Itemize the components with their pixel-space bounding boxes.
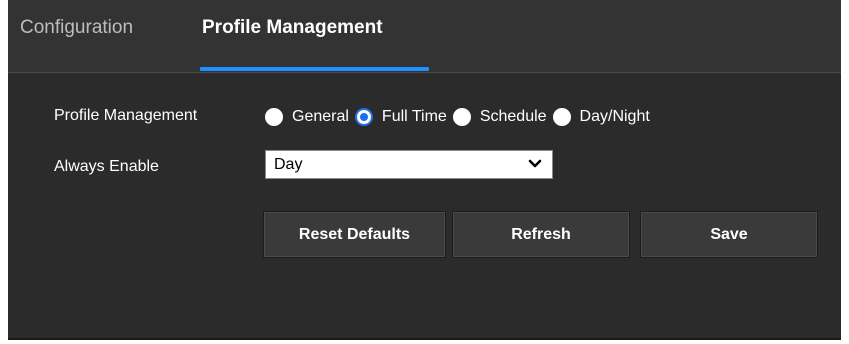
tab-configuration[interactable]: Configuration [20, 17, 133, 39]
always-enable-select[interactable]: Day [265, 150, 553, 179]
chevron-down-icon [528, 159, 542, 168]
tab-bar: Configuration Profile Management [8, 0, 841, 73]
radio-label: General [292, 108, 349, 125]
reset-defaults-button[interactable]: Reset Defaults [263, 211, 446, 258]
always-enable-label: Always Enable [54, 158, 159, 175]
select-value: Day [274, 156, 303, 173]
radio-button[interactable] [552, 108, 571, 126]
radio-button-checked[interactable] [354, 108, 373, 126]
radio-schedule[interactable]: Schedule [452, 108, 547, 126]
radio-general[interactable]: General [265, 108, 349, 126]
refresh-button[interactable]: Refresh [452, 211, 630, 258]
radio-label: Schedule [479, 108, 547, 125]
bottom-divider [8, 338, 841, 340]
profile-radio-group: General Full Time Schedule Day/Night [265, 104, 656, 130]
active-tab-indicator [200, 67, 429, 71]
profile-management-panel: Configuration Profile Management Profile… [8, 0, 841, 340]
radio-label: Full Time [381, 108, 447, 125]
radio-button[interactable] [265, 108, 283, 126]
radio-full-time[interactable]: Full Time [354, 108, 447, 126]
save-button[interactable]: Save [640, 211, 818, 258]
tab-profile-management[interactable]: Profile Management [202, 17, 383, 39]
radio-button[interactable] [452, 108, 471, 126]
radio-label: Day/Night [579, 108, 650, 125]
radio-day-night[interactable]: Day/Night [552, 108, 650, 126]
profile-management-label: Profile Management [54, 107, 198, 124]
